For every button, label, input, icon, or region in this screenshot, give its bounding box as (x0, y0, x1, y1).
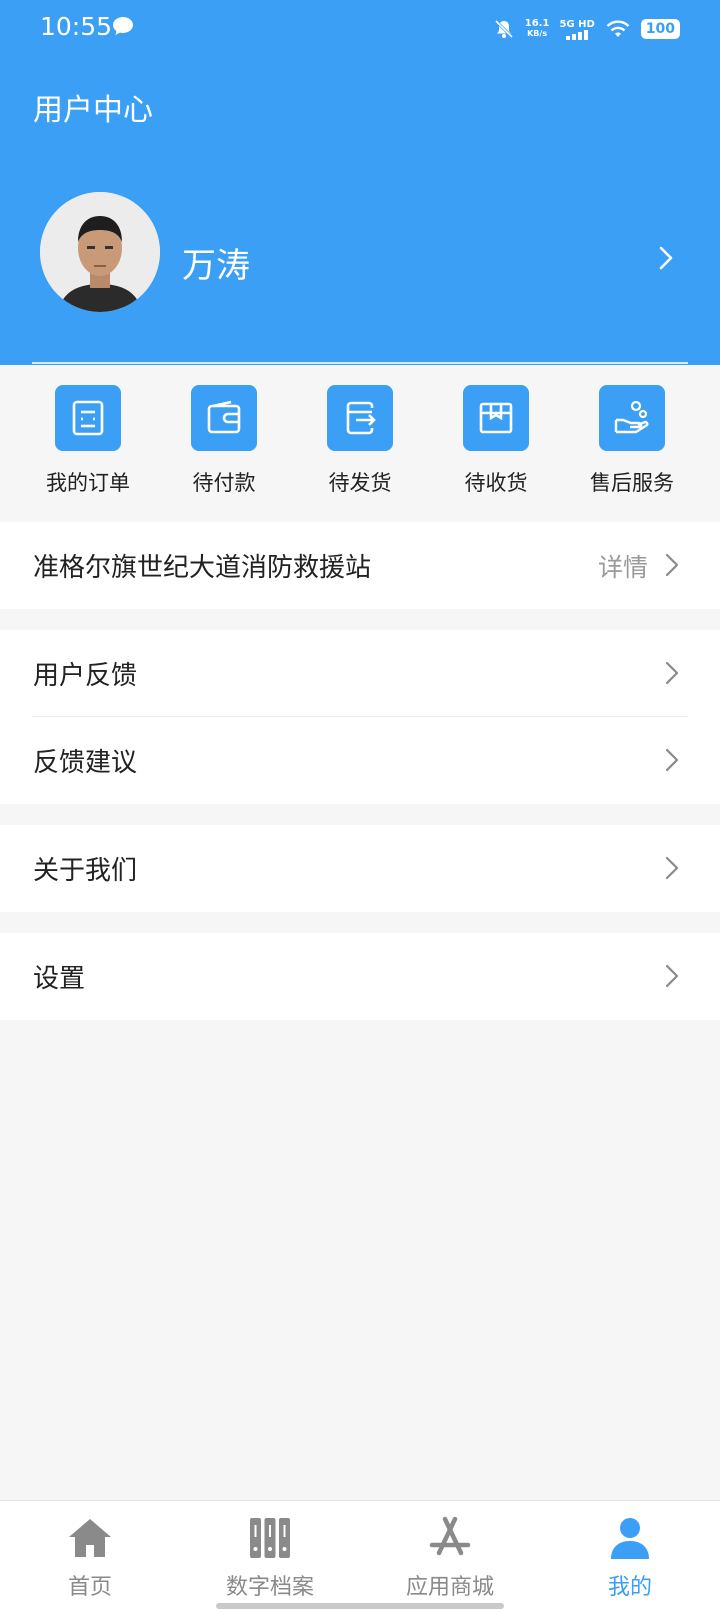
menu-item-label: 关于我们 (33, 856, 138, 886)
ship-out-icon (327, 385, 393, 451)
order-label: 售后服务 (590, 471, 674, 495)
wallet-icon (191, 385, 257, 451)
status-bar: 10:55 16.1 KB/s 5G HD 100 (0, 0, 720, 58)
status-time: 10:55 (40, 12, 113, 41)
menu-item-settings[interactable]: 设置 (0, 933, 720, 1020)
order-item-pending-shipment[interactable]: 待发货 (290, 385, 430, 505)
hand-service-icon (599, 385, 665, 451)
order-item-pending-receipt[interactable]: 待收货 (426, 385, 566, 505)
chevron-right-icon (665, 661, 679, 685)
avatar-photo (40, 192, 160, 312)
page-title: 用户中心 (33, 93, 153, 128)
menu-item-user-feedback[interactable]: 用户反馈 (0, 630, 720, 717)
order-item-after-sales[interactable]: 售后服务 (562, 385, 702, 505)
chevron-right-icon (665, 856, 679, 880)
net-speed-unit: KB/s (527, 29, 548, 38)
net-speed: 16.1 KB/s (525, 19, 550, 39)
package-icon (463, 385, 529, 451)
order-label: 我的订单 (46, 471, 130, 495)
organization-name: 准格尔旗世纪大道消防救援站 (33, 553, 372, 583)
signal-bars-icon (566, 29, 589, 40)
organization-row[interactable]: 准格尔旗世纪大道消防救援站 详情 (0, 522, 720, 609)
net-speed-value: 16.1 (524, 18, 550, 29)
tab-digital-archive[interactable]: 数字档案 (180, 1515, 360, 1605)
chevron-right-icon (665, 964, 679, 988)
app-store-icon (429, 1516, 471, 1556)
status-icons: 16.1 KB/s 5G HD 100 (493, 14, 680, 44)
chevron-right-icon (665, 748, 679, 772)
chevron-right-icon (665, 553, 679, 577)
user-name[interactable]: 万涛 (182, 238, 250, 287)
organization-card: 准格尔旗世纪大道消防救援站 详情 (0, 522, 720, 609)
home-icon (69, 1519, 111, 1557)
home-indicator[interactable] (216, 1603, 504, 1609)
menu-group-about: 关于我们 (0, 825, 720, 912)
profile-chevron-icon[interactable] (656, 244, 676, 272)
bottom-tab-bar: 首页 数字档案 应用商城 我的 (0, 1500, 720, 1612)
profile-header: 10:55 16.1 KB/s 5G HD 100 用户中心 万涛 (0, 0, 720, 365)
order-label: 待发货 (328, 471, 392, 495)
archive-icon (250, 1518, 290, 1558)
tab-mine[interactable]: 我的 (540, 1515, 720, 1605)
header-divider (32, 362, 688, 364)
menu-item-suggestions[interactable]: 反馈建议 (0, 717, 720, 804)
battery-indicator: 100 (640, 19, 680, 39)
tab-label: 应用商城 (405, 1575, 494, 1600)
order-label: 待付款 (192, 471, 256, 495)
tab-label: 数字档案 (225, 1575, 314, 1600)
avatar[interactable] (40, 192, 160, 312)
signal-indicator: 5G HD (559, 18, 595, 40)
user-icon (611, 1518, 649, 1559)
bell-muted-icon (494, 19, 513, 39)
order-label: 待收货 (464, 471, 528, 495)
detail-link[interactable]: 详情 (598, 548, 648, 584)
order-shortcuts: 我的订单 待付款 待发货 待收货 售后服务 (0, 365, 720, 521)
tab-app-store[interactable]: 应用商城 (360, 1515, 540, 1605)
order-item-my-orders[interactable]: 我的订单 (18, 385, 158, 505)
tab-home[interactable]: 首页 (0, 1515, 180, 1605)
menu-item-label: 用户反馈 (33, 661, 138, 691)
menu-group-settings: 设置 (0, 933, 720, 1020)
menu-item-label: 设置 (33, 964, 86, 994)
chat-bubble-icon (113, 17, 133, 35)
order-item-pending-payment[interactable]: 待付款 (154, 385, 294, 505)
tab-label: 首页 (67, 1575, 112, 1600)
network-type: 5G HD (559, 18, 595, 30)
menu-item-about-us[interactable]: 关于我们 (0, 825, 720, 912)
menu-item-label: 反馈建议 (33, 748, 138, 778)
wifi-icon (606, 20, 630, 37)
tab-label: 我的 (607, 1575, 652, 1600)
order-list-icon (55, 385, 121, 451)
menu-group-feedback: 用户反馈 反馈建议 (0, 630, 720, 804)
